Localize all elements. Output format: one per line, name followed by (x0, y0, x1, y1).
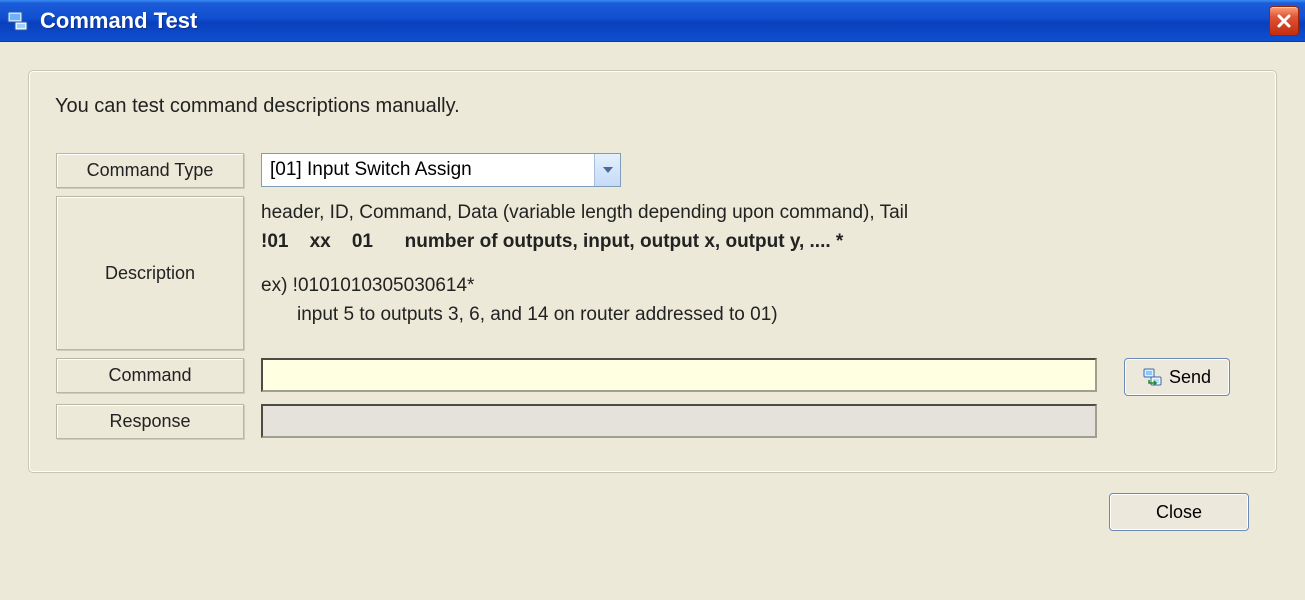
description-line1: header, ID, Command, Data (variable leng… (261, 198, 1249, 227)
command-type-value: [01] Input Switch Assign (262, 154, 594, 186)
row-description: Description header, ID, Command, Data (v… (55, 195, 1250, 351)
client-area: You can test command descriptions manual… (0, 42, 1305, 551)
label-description: Description (56, 196, 244, 350)
send-icon (1143, 367, 1163, 387)
description-line2: !01 xx 01 number of outputs, input, outp… (261, 227, 1249, 256)
send-button[interactable]: Send (1124, 358, 1230, 396)
close-button-label: Close (1156, 502, 1202, 523)
titlebar: Command Test (0, 0, 1305, 42)
description-example-detail: input 5 to outputs 3, 6, and 14 on route… (261, 300, 1249, 329)
label-command: Command (56, 358, 244, 393)
send-button-label: Send (1169, 367, 1211, 388)
description-example: ex) !0101010305030614* (261, 271, 1249, 300)
close-window-button[interactable] (1269, 6, 1299, 36)
close-icon (1276, 13, 1292, 29)
command-type-dropdown[interactable]: [01] Input Switch Assign (261, 153, 621, 187)
group-box: You can test command descriptions manual… (28, 70, 1277, 473)
intro-text: You can test command descriptions manual… (55, 95, 1250, 118)
window-title: Command Test (40, 8, 1269, 34)
close-button[interactable]: Close (1109, 493, 1249, 531)
footer-buttons: Close (28, 473, 1277, 531)
label-response: Response (56, 404, 244, 439)
form-table: Command Type [01] Input Switch Assign De… (55, 146, 1250, 446)
row-command: Command (55, 357, 1250, 397)
row-response: Response (55, 403, 1250, 440)
app-icon (6, 9, 30, 33)
response-output (261, 404, 1097, 438)
row-command-type: Command Type [01] Input Switch Assign (55, 152, 1250, 189)
description-text: header, ID, Command, Data (variable leng… (261, 196, 1249, 330)
label-command-type: Command Type (56, 153, 244, 188)
chevron-down-icon (594, 154, 620, 186)
command-input[interactable] (261, 358, 1097, 392)
